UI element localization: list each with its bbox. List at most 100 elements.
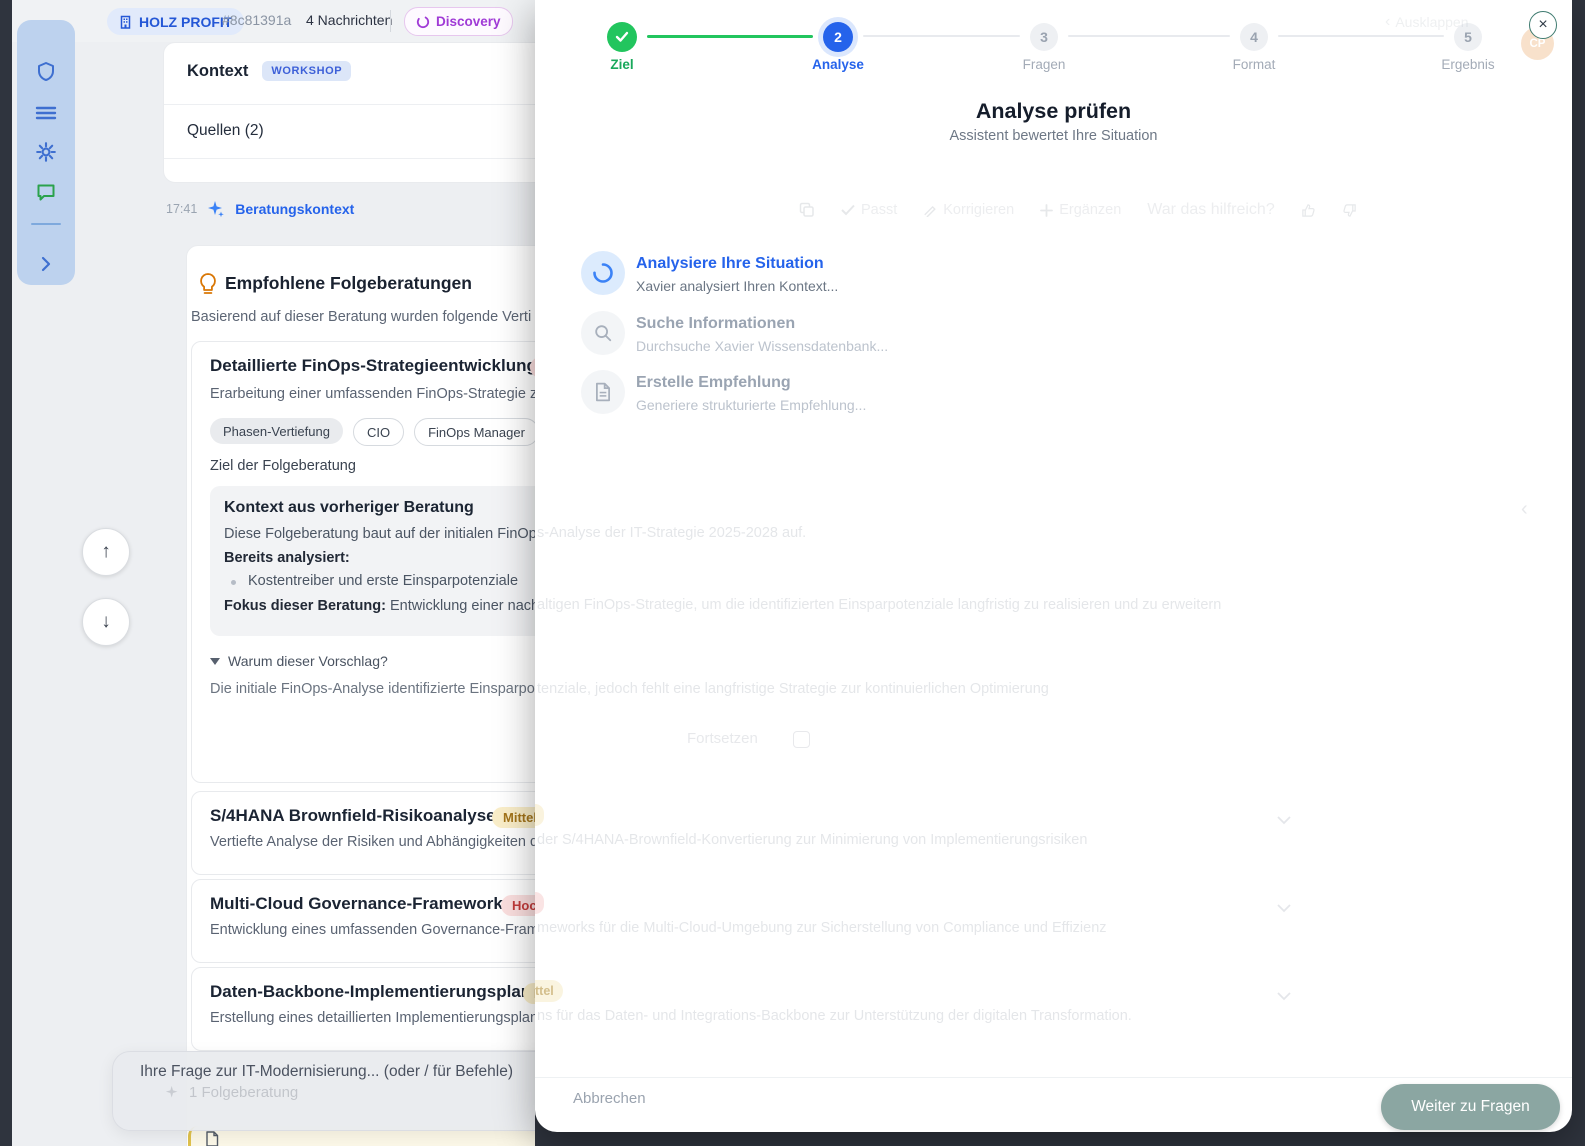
why-toggle-label: Warum dieser Vorschlag? bbox=[228, 653, 388, 669]
progress-step-title: Analysiere Ihre Situation bbox=[636, 255, 824, 273]
sidebar-divider bbox=[31, 223, 61, 225]
thumbs-down-icon bbox=[1342, 203, 1357, 218]
goal-label: Ziel der Folgeberatung bbox=[210, 458, 356, 474]
discovery-label: Discovery bbox=[436, 14, 501, 29]
document-icon bbox=[594, 382, 612, 402]
ghost-chevron-down-icon bbox=[1277, 904, 1291, 913]
ghost-badge-sliver bbox=[535, 804, 544, 826]
document-icon bbox=[205, 1131, 219, 1146]
step-connector-done bbox=[647, 35, 813, 38]
ghost-badge-sliver: ttel bbox=[535, 980, 563, 1002]
settings-gear-icon[interactable] bbox=[34, 140, 58, 164]
workspace-name: HOLZ PROFIT bbox=[139, 14, 232, 30]
step-label-fragen: Fragen bbox=[974, 57, 1114, 72]
modal-subtitle: Assistent bewertet Ihre Situation bbox=[535, 128, 1572, 144]
ghost-chevron-down-icon bbox=[1277, 992, 1291, 1001]
next-step-button[interactable]: Weiter zu Fragen bbox=[1381, 1084, 1560, 1130]
step-label-ziel: Ziel bbox=[552, 57, 692, 72]
step-format[interactable]: 4 bbox=[1240, 23, 1268, 51]
ghost-chevron-left-icon: ‹ bbox=[1521, 498, 1528, 521]
sparkle-icon bbox=[165, 1085, 180, 1100]
card-title: S/4HANA Brownfield-Risikoanalyse bbox=[210, 806, 496, 826]
expand-chevron-icon[interactable] bbox=[34, 252, 58, 276]
tag-chip: Phasen-Vertiefung bbox=[210, 418, 343, 444]
screen: HOLZ PROFIT #8c81391a 4 Nachrichten Disc… bbox=[0, 0, 1585, 1146]
context-box-title: Kontext aus vorheriger Beratung bbox=[224, 499, 474, 517]
triangle-down-icon bbox=[210, 658, 220, 665]
step-connector bbox=[1278, 35, 1444, 37]
arrow-down-icon: ↓ bbox=[101, 611, 111, 633]
close-button[interactable]: × bbox=[1529, 11, 1557, 39]
shield-icon[interactable] bbox=[34, 60, 58, 84]
ghost-approve: Passt bbox=[861, 202, 897, 218]
thumbs-up-icon bbox=[1301, 203, 1316, 218]
close-icon: × bbox=[1538, 16, 1547, 34]
ghost-checkbox bbox=[793, 731, 810, 748]
context-row[interactable]: Kontext WORKSHOP bbox=[187, 61, 351, 81]
progress-document-circle bbox=[581, 370, 625, 414]
scroll-down-button[interactable]: ↓ bbox=[82, 598, 130, 646]
ghost-text-line: s-Analyse der IT-Strategie 2025-2028 auf… bbox=[537, 525, 806, 541]
header-divider bbox=[390, 10, 391, 32]
sources-row[interactable]: Quellen (2) bbox=[187, 122, 264, 140]
step-label-ergebnis: Ergebnis bbox=[1398, 57, 1538, 72]
ghost-continue-label: Fortsetzen bbox=[687, 730, 758, 747]
step-analyse[interactable]: 2 bbox=[823, 22, 853, 52]
step-label-format: Format bbox=[1184, 57, 1324, 72]
progress-step-title: Erstelle Empfehlung bbox=[636, 374, 791, 392]
card-title: Multi-Cloud Governance-Framework bbox=[210, 894, 503, 914]
analysis-wizard-modal: 2 3 4 5 Ziel Analyse Fragen Format Ergeb… bbox=[535, 0, 1572, 1132]
modal-title: Analyse prüfen bbox=[535, 99, 1572, 124]
loading-spinner-icon bbox=[592, 262, 614, 284]
card-description: Erarbeitung einer umfassenden FinOps-Str… bbox=[210, 386, 545, 402]
progress-spinner-circle bbox=[581, 251, 625, 295]
copy-icon bbox=[799, 202, 815, 218]
progress-step-subtitle: Durchsuche Xavier Wissensdatenbank... bbox=[636, 338, 888, 354]
spinner-icon bbox=[416, 15, 430, 29]
ghost-badge-sliver bbox=[535, 892, 544, 914]
arrow-up-icon: ↑ bbox=[101, 541, 111, 563]
ghost-extend: Ergänzen bbox=[1059, 202, 1121, 218]
timestamp: 17:41 bbox=[166, 202, 197, 216]
ghost-message-toolbar: Passt Korrigieren Ergänzen War das hilfr… bbox=[799, 201, 1357, 219]
cancel-button[interactable]: Abbrechen bbox=[573, 1090, 646, 1107]
check-icon bbox=[615, 31, 629, 43]
progress-step-subtitle: Xavier analysiert Ihren Kontext... bbox=[636, 278, 838, 294]
step-connector bbox=[1068, 35, 1230, 37]
search-icon bbox=[593, 323, 613, 343]
tag-row: Phasen-Vertiefung CIO FinOps Manager bbox=[210, 418, 539, 446]
recommendations-heading: Empfohlene Folgeberatungen bbox=[225, 273, 472, 294]
scroll-up-button[interactable]: ↑ bbox=[82, 528, 130, 576]
progress-step-title: Suche Informationen bbox=[636, 315, 795, 333]
ghost-text-line: meworks für die Multi-Cloud-Umgebung zur… bbox=[537, 920, 1107, 936]
ghost-text-line: altigen FinOps-Strategie, um die identif… bbox=[537, 597, 1221, 613]
ghost-followup-label: 1 Folgeberatung bbox=[165, 1084, 298, 1101]
context-title: Kontext bbox=[187, 62, 248, 81]
lightbulb-icon bbox=[197, 272, 219, 296]
ghost-text-line: ns für das Daten- und Integrations-Backb… bbox=[537, 1008, 1132, 1024]
ghost-followup-text: 1 Folgeberatung bbox=[189, 1084, 298, 1101]
sidebar bbox=[17, 20, 75, 285]
recommendations-intro: Basierend auf dieser Beratung wurden fol… bbox=[191, 309, 531, 325]
step-ziel[interactable] bbox=[607, 22, 637, 52]
ghost-collapse-label: ‹ Ausklappen bbox=[1385, 13, 1469, 31]
tag-chip: CIO bbox=[353, 418, 404, 446]
step-connector bbox=[863, 35, 1020, 37]
workshop-badge: WORKSHOP bbox=[262, 61, 351, 81]
step-label-analyse: Analyse bbox=[768, 57, 908, 72]
session-id: #8c81391a bbox=[222, 12, 291, 28]
footer-divider bbox=[535, 1077, 1572, 1078]
discovery-badge[interactable]: Discovery bbox=[404, 7, 513, 36]
why-toggle[interactable]: Warum dieser Vorschlag? bbox=[210, 653, 388, 669]
ghost-text-line: der S/4HANA-Brownfield-Konvertierung zur… bbox=[537, 832, 1087, 848]
step-fragen[interactable]: 3 bbox=[1030, 23, 1058, 51]
progress-search-circle bbox=[581, 311, 625, 355]
analyzed-label: Bereits analysiert: bbox=[224, 550, 350, 566]
menu-icon[interactable] bbox=[34, 101, 58, 125]
card-title: Daten-Backbone-Implementierungsplan bbox=[210, 982, 531, 1002]
focus-label: Fokus dieser Beratung: bbox=[224, 598, 386, 614]
bullet-dot bbox=[231, 580, 236, 585]
chat-icon[interactable] bbox=[34, 180, 58, 204]
ghost-text-line: tenziale, jedoch fehlt eine langfristige… bbox=[537, 681, 1049, 697]
message-context-link[interactable]: Beratungskontext bbox=[235, 201, 354, 217]
